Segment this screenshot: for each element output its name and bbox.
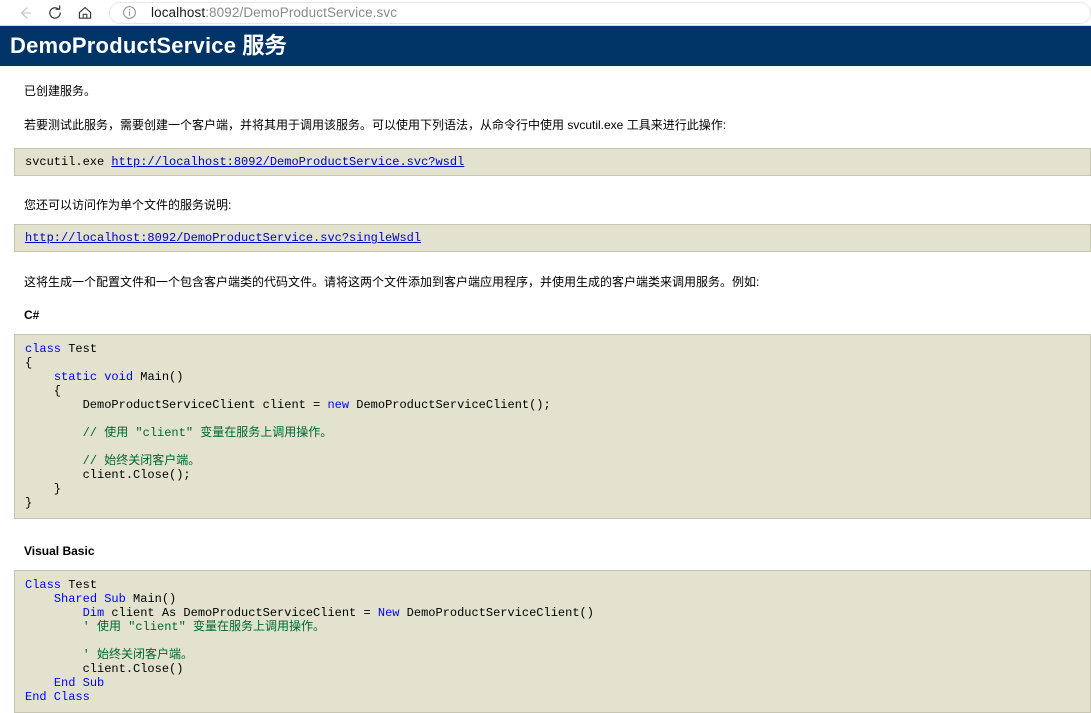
reload-button[interactable] (40, 2, 70, 24)
home-icon (76, 4, 94, 22)
vb-line3-indent (25, 606, 83, 620)
csharp-line5-pre: DemoProductServiceClient client = (25, 398, 328, 412)
vb-keyword-sub: Sub (104, 592, 126, 606)
page-content: 已创建服务。 若要测试此服务，需要创建一个客户端，并将其用于调用该服务。可以使用… (0, 66, 1091, 713)
info-circle-icon[interactable] (122, 5, 137, 20)
csharp-comment-close-client: // 始终关闭客户端。 (25, 454, 201, 468)
back-button[interactable] (10, 2, 40, 24)
vb-line3-post: DemoProductServiceClient() (399, 606, 594, 620)
url-text: localhost:8092/DemoProductService.svc (151, 5, 397, 20)
vb-line3-mid: client As DemoProductServiceClient = (104, 606, 378, 620)
singlewsdl-link[interactable]: http://localhost:8092/DemoProductService… (25, 231, 421, 245)
vb-keyword-new: New (377, 606, 400, 620)
vb-keyword-class: Class (25, 578, 62, 592)
vb-code-block: Class Test Shared Sub Main() Dim client … (14, 570, 1091, 713)
svcutil-command-block: svcutil.exe http://localhost:8092/DemoPr… (14, 148, 1091, 176)
csharp-heading: C# (24, 308, 40, 322)
csharp-line1-rest: Test (61, 342, 98, 356)
csharp-line2: { (25, 356, 33, 370)
vb-heading: Visual Basic (24, 544, 95, 558)
singlewsdl-intro-text: 您还可以访问作为单个文件的服务说明: (24, 198, 232, 212)
vb-keyword-end-sub: End Sub (53, 676, 105, 690)
service-created-text: 已创建服务。 (24, 84, 97, 98)
browser-toolbar: localhost:8092/DemoProductService.svc (0, 0, 1091, 25)
vb-line8-indent (25, 676, 54, 690)
page-title: DemoProductService 服务 (10, 33, 287, 58)
vb-keyword-end-class: End Class (25, 690, 90, 704)
vb-line2-rest: Main() (125, 592, 177, 606)
back-arrow-icon (16, 4, 34, 22)
csharp-line5-post: DemoProductServiceClient(); (349, 398, 551, 412)
service-title-banner: DemoProductService 服务 (0, 26, 1091, 66)
generate-note-text: 这将生成一个配置文件和一个包含客户端类的代码文件。请将这两个文件添加到客户端应用… (24, 275, 760, 289)
address-bar[interactable]: localhost:8092/DemoProductService.svc (109, 1, 1091, 24)
wsdl-link[interactable]: http://localhost:8092/DemoProductService… (111, 155, 464, 169)
vb-keyword-shared: Shared (53, 592, 98, 606)
csharp-keyword-class: class (25, 342, 62, 356)
vb-line1-rest: Test (61, 578, 98, 592)
csharp-line-closebrace-inner: } (25, 482, 62, 496)
vb-comment-close-client: ' 始终关闭客户端。 (25, 648, 194, 662)
csharp-comment-use-client: // 使用 "client" 变量在服务上调用操作。 (25, 426, 333, 440)
url-host: localhost (151, 5, 206, 20)
reload-icon (46, 4, 64, 22)
vb-line2-indent (25, 592, 54, 606)
svcutil-command-prefix: svcutil.exe (25, 155, 112, 169)
vb-keyword-dim: Dim (82, 606, 105, 620)
test-instructions-text: 若要测试此服务，需要创建一个客户端，并将其用于调用该服务。可以使用下列语法，从命… (24, 118, 727, 132)
singlewsdl-link-block: http://localhost:8092/DemoProductService… (14, 224, 1091, 252)
csharp-code-block: class Test { static void Main() { DemoPr… (14, 334, 1091, 519)
csharp-line-closebrace-outer: } (25, 496, 33, 510)
csharp-line4: { (25, 384, 62, 398)
url-path: :8092/DemoProductService.svc (205, 5, 398, 20)
home-button[interactable] (70, 2, 100, 24)
vb-line-close: client.Close() (25, 662, 184, 676)
csharp-keyword-static: static (53, 370, 98, 384)
vb-comment-use-client: ' 使用 "client" 变量在服务上调用操作。 (25, 620, 326, 634)
csharp-line3-rest: Main() (133, 370, 184, 384)
csharp-line-close: client.Close(); (25, 468, 191, 482)
csharp-keyword-new: new (327, 398, 350, 412)
csharp-line3-indent (25, 370, 54, 384)
csharp-keyword-void: void (104, 370, 134, 384)
